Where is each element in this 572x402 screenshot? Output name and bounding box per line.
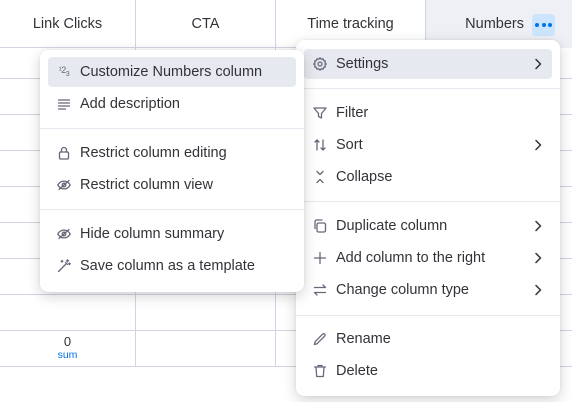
column-header-link-clicks[interactable]: Link Clicks	[0, 0, 136, 48]
menu-divider	[296, 201, 560, 202]
column-header-label: Time tracking	[307, 16, 394, 32]
pencil-icon	[312, 331, 328, 347]
menu-divider	[40, 128, 304, 129]
chevron-right-icon	[530, 56, 546, 72]
menu-item-label: Collapse	[336, 169, 393, 185]
column-header-label: Numbers	[465, 16, 524, 32]
menu-item-label: Sort	[336, 137, 363, 153]
submenu-item-customize-numbers[interactable]: ¹23 Customize Numbers column	[48, 57, 296, 87]
menu-item-rename[interactable]: Rename	[304, 324, 552, 354]
menu-item-label: Add column to the right	[336, 250, 486, 266]
description-icon	[56, 96, 72, 112]
menu-item-label: Customize Numbers column	[80, 64, 263, 80]
dot-icon	[535, 23, 540, 27]
menu-item-add-column-right[interactable]: Add column to the right	[304, 243, 552, 273]
menu-item-collapse[interactable]: Collapse	[304, 162, 552, 192]
column-options-menu: Settings Filter Sort Collapse Duplicate …	[296, 40, 560, 396]
magic-wand-icon	[56, 258, 72, 274]
menu-item-label: Hide column summary	[80, 226, 225, 242]
submenu-item-hide-summary[interactable]: Hide column summary	[48, 219, 296, 249]
chevron-right-icon	[530, 218, 546, 234]
submenu-item-restrict-view[interactable]: Restrict column view	[48, 170, 296, 200]
chevron-right-icon	[530, 250, 546, 266]
chevron-right-icon	[530, 282, 546, 298]
menu-item-label: Restrict column editing	[80, 145, 227, 161]
sort-icon	[312, 137, 328, 153]
column-header-label: CTA	[191, 16, 220, 32]
menu-item-delete[interactable]: Delete	[304, 356, 552, 386]
menu-item-label: Duplicate column	[336, 218, 448, 234]
menu-item-label: Rename	[336, 331, 391, 347]
menu-item-filter[interactable]: Filter	[304, 98, 552, 128]
duplicate-icon	[312, 218, 328, 234]
gear-icon	[312, 56, 328, 72]
menu-item-sort[interactable]: Sort	[304, 130, 552, 160]
plus-icon	[312, 250, 328, 266]
summary-label: sum	[57, 349, 78, 362]
menu-item-label: Delete	[336, 363, 378, 379]
menu-item-change-column-type[interactable]: Change column type	[304, 275, 552, 305]
summary-cell[interactable]: 0 sum	[0, 330, 135, 366]
trash-icon	[312, 363, 328, 379]
filter-icon	[312, 105, 328, 121]
lock-icon	[56, 145, 72, 161]
menu-divider	[40, 209, 304, 210]
menu-divider	[296, 315, 560, 316]
eye-off-icon	[56, 177, 72, 193]
settings-submenu: ¹23 Customize Numbers column Add descrip…	[40, 50, 304, 292]
column-header-cta[interactable]: CTA	[136, 0, 276, 48]
submenu-item-restrict-editing[interactable]: Restrict column editing	[48, 138, 296, 168]
menu-item-duplicate-column[interactable]: Duplicate column	[304, 211, 552, 241]
menu-item-label: Filter	[336, 105, 369, 121]
menu-item-label: Change column type	[336, 282, 469, 298]
menu-item-label: Add description	[80, 96, 180, 112]
column-menu-button[interactable]	[532, 14, 555, 36]
menu-item-label: Settings	[336, 56, 389, 72]
menu-item-label: Restrict column view	[80, 177, 213, 193]
menu-item-settings[interactable]: Settings	[304, 49, 552, 79]
chevron-right-icon	[530, 137, 546, 153]
submenu-item-save-template[interactable]: Save column as a template	[48, 251, 296, 281]
column-header-label: Link Clicks	[32, 16, 103, 32]
dot-icon	[547, 23, 552, 27]
collapse-icon	[312, 169, 328, 185]
numbers-icon: ¹23	[58, 65, 70, 78]
eye-off-icon	[56, 226, 72, 242]
submenu-item-add-description[interactable]: Add description	[48, 89, 296, 119]
menu-divider	[296, 88, 560, 89]
summary-value: 0	[63, 334, 72, 350]
dot-icon	[541, 23, 546, 27]
menu-item-label: Save column as a template	[80, 258, 255, 274]
swap-icon	[312, 282, 328, 298]
